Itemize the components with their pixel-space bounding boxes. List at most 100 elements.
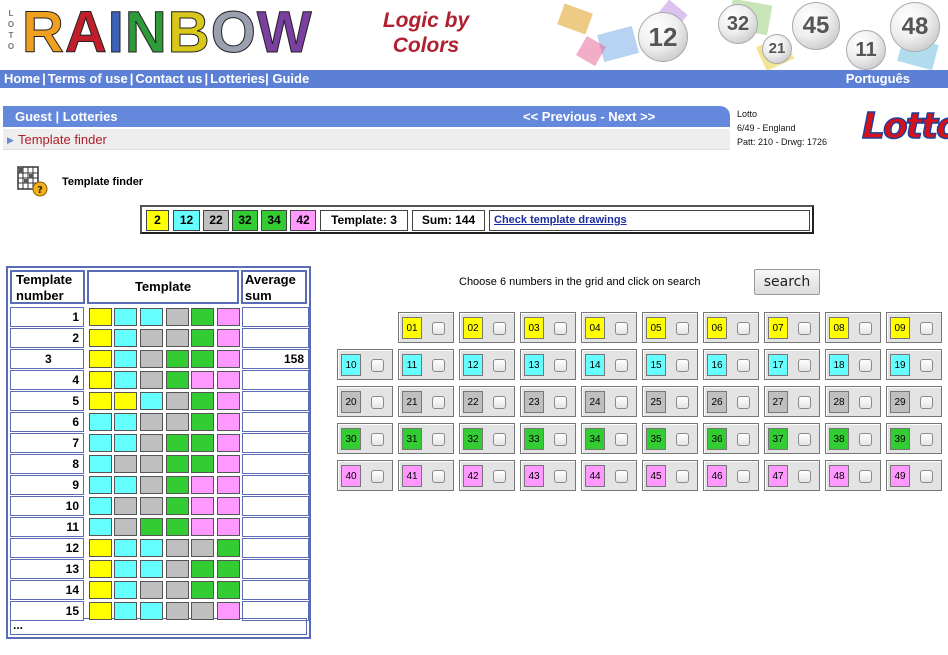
nav-lotteries-link[interactable]: Lotteries [210, 71, 265, 86]
grid-number-checkbox[interactable] [615, 359, 628, 372]
grid-number-checkbox[interactable] [676, 396, 689, 409]
grid-number-checkbox[interactable] [676, 359, 689, 372]
grid-number-checkbox[interactable] [432, 322, 445, 335]
template-row[interactable]: 9 [10, 475, 309, 495]
breadcrumb-guest-link[interactable]: Guest [15, 109, 52, 124]
grid-number-checkbox[interactable] [859, 322, 872, 335]
grid-number-label: 22 [463, 391, 483, 413]
template-row[interactable]: 15 [10, 601, 309, 621]
grid-number-checkbox[interactable] [920, 322, 933, 335]
grid-number-checkbox[interactable] [859, 359, 872, 372]
template-row[interactable]: 8 [10, 454, 309, 474]
nav-guide-link[interactable]: Guide [272, 71, 309, 86]
nav-contact-link[interactable]: Contact us [135, 71, 202, 86]
template-row[interactable]: 2 [10, 328, 309, 348]
template-row[interactable]: 4 [10, 370, 309, 390]
grid-number-checkbox[interactable] [554, 433, 567, 446]
grid-number-checkbox[interactable] [737, 433, 750, 446]
template-row[interactable]: 14 [10, 580, 309, 600]
template-row[interactable]: 5 [10, 391, 309, 411]
grid-number-checkbox[interactable] [432, 470, 445, 483]
grid-number-label: 27 [768, 391, 788, 413]
grid-number-checkbox[interactable] [859, 396, 872, 409]
grid-number-cell: 31 [398, 423, 454, 454]
grid-number-checkbox[interactable] [432, 396, 445, 409]
previous-link[interactable]: << Previous [523, 109, 597, 124]
summary-number: 2 [146, 210, 169, 231]
grid-number-checkbox[interactable] [920, 359, 933, 372]
template-row[interactable]: 13 [10, 559, 309, 579]
grid-number-checkbox[interactable] [371, 433, 384, 446]
template-row[interactable]: 1 [10, 307, 309, 327]
brand-letter: W [256, 0, 313, 65]
grid-number-cell: 48 [825, 460, 881, 491]
brand-letter: A [64, 0, 108, 65]
grid-number-checkbox[interactable] [676, 322, 689, 335]
template-color-cell [89, 308, 112, 326]
grid-number-checkbox[interactable] [798, 322, 811, 335]
grid-number-checkbox[interactable] [920, 433, 933, 446]
grid-number-checkbox[interactable] [798, 433, 811, 446]
grid-number-checkbox[interactable] [371, 359, 384, 372]
grid-number-checkbox[interactable] [371, 396, 384, 409]
grid-number-label: 37 [768, 428, 788, 450]
grid-number-checkbox[interactable] [798, 470, 811, 483]
grid-number-checkbox[interactable] [737, 322, 750, 335]
template-row[interactable]: 6 [10, 412, 309, 432]
grid-number-checkbox[interactable] [615, 433, 628, 446]
grid-number-checkbox[interactable] [493, 396, 506, 409]
grid-number-checkbox[interactable] [737, 359, 750, 372]
grid-number-checkbox[interactable] [920, 470, 933, 483]
grid-number-checkbox[interactable] [798, 359, 811, 372]
check-template-drawings-link[interactable]: Check template drawings [489, 210, 810, 231]
grid-number-checkbox[interactable] [554, 470, 567, 483]
template-color-cell [114, 497, 137, 515]
summary-number: 34 [261, 210, 287, 231]
template-color-cell [114, 329, 137, 347]
grid-number-checkbox[interactable] [676, 433, 689, 446]
main-nav: Home | Terms of use | Contact us | Lotteries| … [0, 70, 948, 88]
grid-number-checkbox[interactable] [615, 322, 628, 335]
template-row[interactable]: 3 158 [10, 349, 309, 369]
grid-number-checkbox[interactable] [493, 359, 506, 372]
grid-number-cell: 03 [520, 312, 576, 343]
template-color-cell [140, 392, 163, 410]
template-row[interactable]: 10 [10, 496, 309, 516]
next-link[interactable]: Next >> [608, 109, 655, 124]
template-row[interactable]: 11 [10, 517, 309, 537]
grid-number-cell: 22 [459, 386, 515, 417]
template-color-cell [217, 413, 240, 431]
nav-home-link[interactable]: Home [4, 71, 40, 86]
grid-number-checkbox[interactable] [554, 322, 567, 335]
grid-number-checkbox[interactable] [493, 470, 506, 483]
grid-number-checkbox[interactable] [920, 396, 933, 409]
grid-number-checkbox[interactable] [554, 396, 567, 409]
template-row[interactable]: 12 [10, 538, 309, 558]
grid-number-checkbox[interactable] [493, 322, 506, 335]
rainbow-logo[interactable]: RAINBOW [22, 0, 313, 65]
grid-number-checkbox[interactable] [859, 470, 872, 483]
grid-number-checkbox[interactable] [859, 433, 872, 446]
search-button[interactable]: search [754, 269, 820, 295]
average-sum-cell: 158 [242, 349, 309, 369]
grid-number-checkbox[interactable] [432, 359, 445, 372]
decor-ball: 21 [762, 34, 792, 64]
nav-terms-link[interactable]: Terms of use [48, 71, 128, 86]
grid-number-checkbox[interactable] [737, 396, 750, 409]
grid-number-checkbox[interactable] [371, 470, 384, 483]
grid-number-checkbox[interactable] [615, 396, 628, 409]
grid-number-cell: 20 [337, 386, 393, 417]
lotto-logo[interactable]: Lotto [861, 107, 948, 147]
grid-number-checkbox[interactable] [554, 359, 567, 372]
template-row[interactable]: 7 [10, 433, 309, 453]
grid-number-checkbox[interactable] [615, 470, 628, 483]
language-link[interactable]: Português [846, 70, 910, 88]
grid-number-checkbox[interactable] [798, 396, 811, 409]
grid-number-checkbox[interactable] [737, 470, 750, 483]
grid-number-cell: 11 [398, 349, 454, 380]
decor-ball: 12 [638, 12, 688, 62]
grid-number-checkbox[interactable] [676, 470, 689, 483]
grid-number-checkbox[interactable] [432, 433, 445, 446]
breadcrumb-lotteries-link[interactable]: Lotteries [63, 109, 118, 124]
grid-number-checkbox[interactable] [493, 433, 506, 446]
